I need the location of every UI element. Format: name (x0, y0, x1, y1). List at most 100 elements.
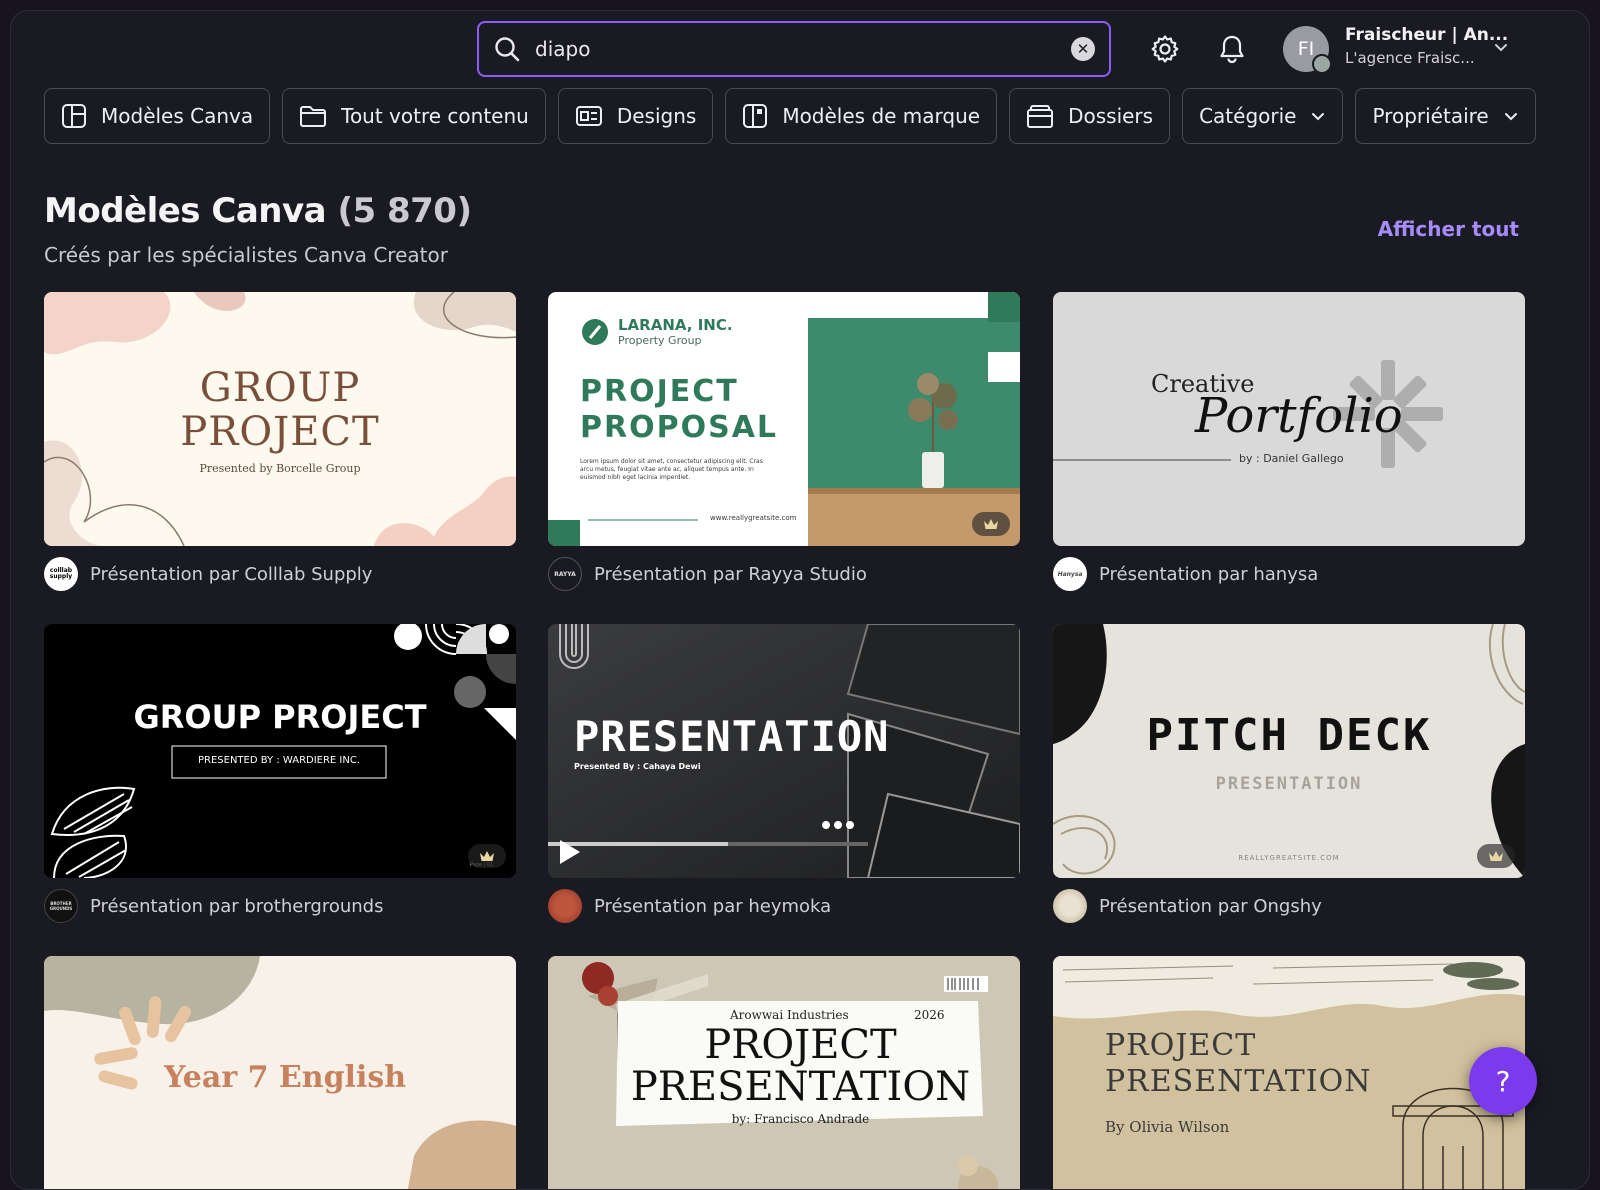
thumb-title: GROUP PROJECT (133, 698, 427, 736)
folders-icon (1027, 105, 1054, 128)
thumb-brand: LARANA, INC. (618, 316, 733, 334)
chip-modeles-canva[interactable]: Modèles Canva (44, 88, 271, 144)
author-avatar: RAYYA (548, 557, 582, 591)
chip-designs[interactable]: Designs (557, 88, 714, 144)
template-meta: Présentation par heymoka (548, 889, 1020, 923)
clear-search-icon[interactable]: ✕ (1071, 37, 1095, 61)
template-thumbnail[interactable]: Creative Portfolio by : Daniel Gallego (1053, 292, 1525, 546)
author-text: Présentation par heymoka (594, 895, 832, 917)
template-thumbnail[interactable]: LARANA, INC. Property Group PROJECT PROPO… (548, 292, 1020, 546)
author-avatar (548, 889, 582, 923)
search-bar[interactable]: ✕ (477, 21, 1111, 77)
thumb-subtitle: PRESENTED BY : WARDIERE INC. (197, 755, 361, 766)
thumb-subtitle: by: Francisco Andrade (731, 1112, 870, 1126)
chip-proprietaire-dropdown[interactable]: Propriétaire (1355, 88, 1536, 144)
thumb-title: PITCH DECK (1146, 710, 1432, 761)
chip-label: Modèles Canva (101, 104, 254, 128)
author-text: Présentation par brothergrounds (90, 895, 384, 917)
template-card[interactable]: GROUP PROJECT Presented by Borcelle Group… (44, 292, 516, 591)
template-card[interactable]: Year 7 English (44, 956, 516, 1189)
chip-categorie-dropdown[interactable]: Catégorie (1182, 88, 1344, 144)
account-name: Fraischeur | An... (1345, 25, 1509, 45)
template-icon (62, 104, 86, 128)
search-icon (495, 37, 520, 62)
author-text: Présentation par hanysa (1099, 563, 1319, 585)
template-card[interactable]: PRESENTATION Presented By : Cahaya Dewi … (548, 624, 1020, 923)
chip-label: Tout votre contenu (341, 104, 529, 128)
avatar-initials: FI (1297, 38, 1315, 60)
template-meta: BROTHER GROUNDS Présentation par brother… (44, 889, 516, 923)
template-card[interactable]: LARANA, INC. Property Group PROJECT PROPO… (548, 292, 1020, 591)
notifications-bell-icon[interactable] (1214, 31, 1250, 67)
template-card[interactable]: Creative Portfolio by : Daniel Gallego H… (1053, 292, 1525, 591)
section-title: Modèles Canva (5 870) (44, 191, 472, 231)
thumb-subtitle: By Olivia Wilson (1105, 1118, 1230, 1136)
filter-chips: Modèles Canva Tout votre contenu Designs… (44, 88, 1536, 144)
decorative-shapes (50, 624, 516, 878)
account-org: L'agence Fraisc... (1345, 49, 1475, 67)
result-count: (5 870) (337, 191, 472, 231)
chip-label: Catégorie (1199, 104, 1297, 128)
search-input[interactable] (535, 37, 1071, 61)
thumb-title: PRESENTATION (574, 712, 890, 761)
template-thumbnail[interactable]: GROUP PROJECT Presented by Borcelle Group (44, 292, 516, 546)
thumb-title: Portfolio (1195, 388, 1403, 444)
thumb-subtitle: Presented by Borcelle Group (199, 462, 361, 475)
template-card[interactable]: GROUP PROJECT PRESENTED BY : WARDIERE IN… (44, 624, 516, 923)
chevron-down-icon[interactable] (1493, 39, 1509, 55)
template-card[interactable]: PITCH DECK PRESENTATION REALLYGREATSITE.… (1053, 624, 1525, 923)
help-button[interactable]: ? (1469, 1047, 1537, 1115)
chip-brand-templates[interactable]: Modèles de marque (725, 88, 998, 144)
thumb-title: PROJECT PRESENTATION (1105, 1028, 1372, 1099)
thumb-subtitle: Presented By : Cahaya Dewi (574, 762, 701, 771)
chip-label: Modèles de marque (782, 104, 981, 128)
template-meta: Hanysa Présentation par hanysa (1053, 557, 1525, 591)
author-text: Présentation par Rayya Studio (594, 563, 867, 585)
premium-crown-icon (1477, 844, 1515, 868)
chevron-down-icon (1312, 113, 1325, 121)
author-avatar: Hanysa (1053, 557, 1087, 591)
author-text: Présentation par Colllab Supply (90, 563, 373, 585)
thumb-url: REALLYGREATSITE.COM (1238, 854, 1340, 862)
folder-icon (300, 106, 327, 127)
app-window: ✕ FI Fraischeur | An... L'agence Fraisc.… (10, 10, 1590, 1190)
template-card[interactable]: Arowwai Industries 2026 PROJECT PRESENTAT… (548, 956, 1020, 1189)
team-badge (1312, 54, 1332, 74)
chip-label: Designs (616, 104, 697, 128)
thumb-subtitle: by : Daniel Gallego (1239, 452, 1344, 465)
premium-crown-icon (972, 512, 1010, 536)
thumb-title: PROJECT PROPOSAL (580, 374, 779, 445)
settings-gear-icon[interactable] (1147, 31, 1183, 67)
author-text: Présentation par Ongshy (1099, 895, 1322, 917)
brand-template-icon (743, 104, 768, 128)
template-thumbnail[interactable]: Arowwai Industries 2026 PROJECT PRESENTAT… (548, 956, 1020, 1189)
template-thumbnail[interactable]: Year 7 English (44, 956, 516, 1189)
thumb-company: Arowwai Industries (730, 1008, 849, 1022)
chip-all-content[interactable]: Tout votre contenu (282, 88, 546, 144)
thumb-subtitle: PRESENTATION (1215, 774, 1363, 794)
chip-dossiers[interactable]: Dossiers (1009, 88, 1171, 144)
template-thumbnail[interactable]: PITCH DECK PRESENTATION REALLYGREATSITE.… (1053, 624, 1525, 878)
design-icon (575, 106, 602, 126)
user-avatar[interactable]: FI (1283, 26, 1332, 74)
account-switcher[interactable]: Fraischeur | An... L'agence Fraisc... (1345, 25, 1509, 67)
section-title-text: Modèles Canva (44, 191, 327, 231)
chevron-down-icon (1504, 113, 1517, 121)
template-meta: colllab supply Présentation par Colllab … (44, 557, 516, 591)
thumb-body: Lorem ipsum dolor sit amet, consectetur … (580, 458, 763, 481)
thumb-url: www.reallygreatsite.com (710, 514, 797, 522)
author-avatar (1053, 889, 1087, 923)
template-meta: RAYYA Présentation par Rayya Studio (548, 557, 1020, 591)
show-all-link[interactable]: Afficher tout (1378, 217, 1519, 241)
author-avatar: colllab supply (44, 557, 78, 591)
template-card[interactable]: PROJECT PRESENTATION By Olivia Wilson (1053, 956, 1525, 1189)
section-subtitle: Créés par les spécialistes Canva Creator (44, 243, 448, 267)
template-thumbnail[interactable]: PRESENTATION Presented By : Cahaya Dewi (548, 624, 1020, 878)
thumb-title: Year 7 English (164, 1060, 407, 1095)
chip-label: Dossiers (1068, 104, 1154, 128)
template-meta: Présentation par Ongshy (1053, 889, 1525, 923)
chip-label: Propriétaire (1372, 104, 1489, 128)
template-thumbnail[interactable]: PROJECT PRESENTATION By Olivia Wilson (1053, 956, 1525, 1189)
author-avatar: BROTHER GROUNDS (44, 889, 78, 923)
template-thumbnail[interactable]: GROUP PROJECT PRESENTED BY : WARDIERE IN… (44, 624, 516, 878)
